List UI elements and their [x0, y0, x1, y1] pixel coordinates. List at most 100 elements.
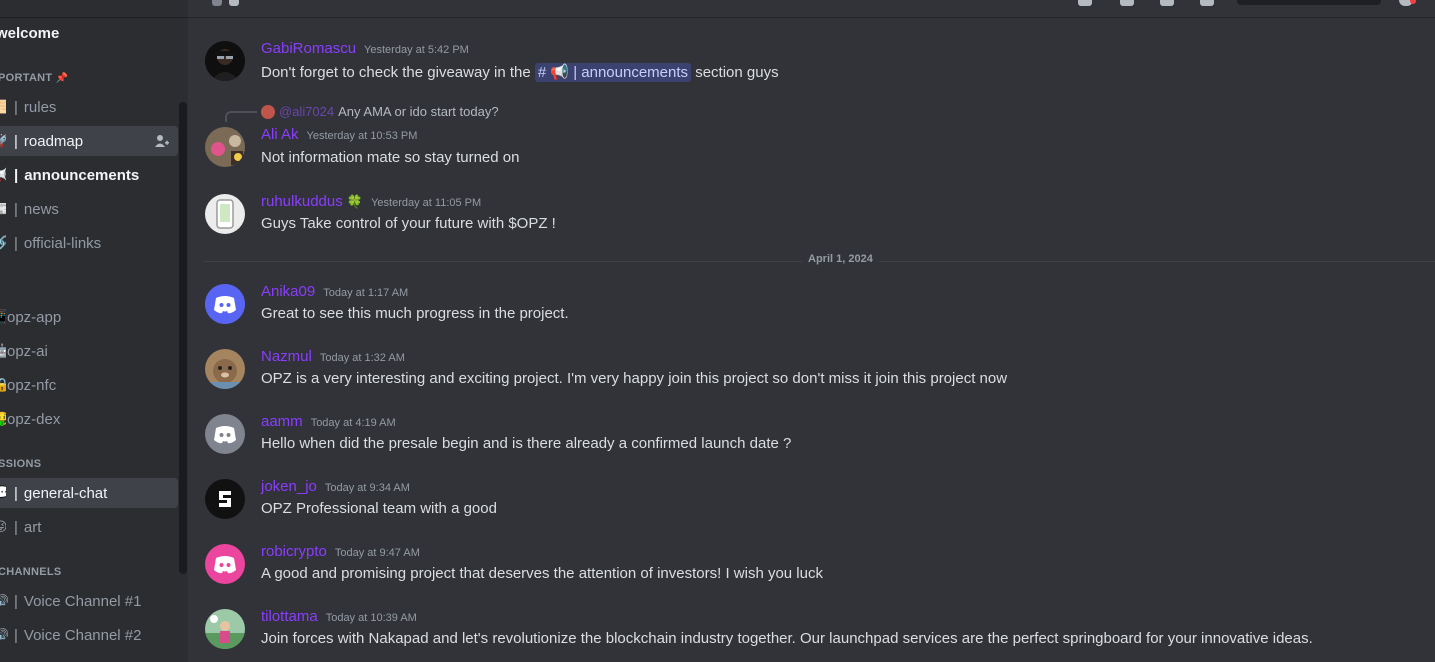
avatar[interactable] [205, 41, 245, 81]
sidebar-channel-general-chat[interactable]: 💬 | general-chat [0, 478, 178, 508]
message-author[interactable]: GabiRomascu Yesterday at 5:42 PM [261, 40, 469, 57]
message-author[interactable]: tilottama Today at 10:39 AM [261, 608, 417, 625]
message-text: Not information mate so stay turned on [261, 149, 520, 166]
message-text: Guys Take control of your future with $O… [261, 215, 556, 232]
message-text: OPZ is a very interesting and exciting p… [261, 370, 1008, 387]
timestamp: Today at 10:39 AM [325, 612, 417, 624]
channel-separator: | [14, 626, 18, 644]
channel-emoji-icon: 📱 [0, 309, 6, 325]
sidebar-channel-opz-app[interactable]: 📱opz-app [0, 302, 178, 332]
voice-channel-item[interactable]: 🔊 | Voice Channel #1 [0, 586, 178, 616]
voice-channel-label: Voice Channel #1 [23, 592, 142, 610]
username[interactable]: joken_jo [261, 478, 317, 495]
timestamp: Today at 1:32 AM [319, 352, 405, 364]
category-important[interactable]: PORTANT 📌 [0, 72, 69, 84]
avatar[interactable] [205, 284, 245, 324]
avatar[interactable] [205, 609, 245, 649]
channel-separator: | [14, 166, 19, 184]
channel-separator: | [14, 234, 18, 252]
username[interactable]: Nazmul [261, 348, 312, 365]
invite-member-icon[interactable] [154, 133, 170, 149]
username[interactable]: tilottama [261, 608, 318, 625]
channel-welcome[interactable]: welcome [0, 25, 59, 42]
reply-author[interactable]: @ali7024 [279, 104, 334, 119]
pushpin-icon: 📌 [55, 73, 69, 84]
sidebar-channel-announcements[interactable]: 📢 | announcements [0, 160, 178, 190]
threads-icon[interactable] [1078, 0, 1092, 6]
channel-label: announcements [24, 166, 140, 184]
timestamp: Today at 1:17 AM [323, 287, 409, 299]
message-author[interactable]: Nazmul Today at 1:32 AM [261, 348, 405, 365]
message-author[interactable]: ruhulkuddus 🍀 Yesterday at 11:05 PM [261, 193, 481, 210]
reply-preview[interactable]: @ali7024 Any AMA or ido start today? [261, 104, 499, 119]
username[interactable]: aamm [261, 413, 303, 430]
message-text: Great to see this much progress in the p… [261, 305, 569, 322]
sidebar-channel-opz-dex[interactable]: 🤑opz-dex [0, 404, 178, 434]
channel-emoji-icon: 🤖 [0, 343, 6, 359]
sidebar-channel-opz-nfc[interactable]: 🔒opz-nfc [0, 370, 178, 400]
sidebar-channel-official-links[interactable]: 🔗 | official-links [0, 228, 178, 258]
username[interactable]: GabiRomascu [261, 40, 356, 57]
reply-connector [225, 111, 257, 122]
channel-label: opz-nfc [7, 376, 57, 394]
channel-separator: | [14, 132, 18, 150]
message-text: Don't forget to check the giveaway in th… [261, 64, 531, 81]
channel-mention[interactable]: # 📢 | announcements [534, 63, 692, 82]
channel-emoji-icon: 🤑 [0, 411, 6, 427]
category-discussions[interactable]: SSIONS [0, 458, 41, 470]
members-icon[interactable] [1200, 0, 1214, 6]
channel-emoji-icon: 📢 [0, 167, 6, 183]
username[interactable]: ruhulkuddus [261, 193, 343, 210]
notification-dot [1410, 0, 1416, 4]
timestamp: Yesterday at 10:53 PM [306, 130, 418, 142]
channel-header [188, 0, 1435, 18]
hash-icon [212, 0, 222, 6]
channel-emoji-icon: 🔗 [0, 235, 6, 251]
bell-icon[interactable] [1120, 0, 1134, 6]
channel-separator: | [14, 592, 18, 610]
avatar[interactable] [205, 194, 245, 234]
message-text: Hello when did the presale begin and is … [261, 435, 792, 452]
search-input[interactable] [1237, 0, 1381, 5]
sidebar-channel-news[interactable]: 📰 | news [0, 194, 178, 224]
username[interactable]: robicrypto [261, 543, 327, 560]
message-text: OPZ Professional team with a good [261, 500, 497, 517]
avatar[interactable] [205, 544, 245, 584]
message-author[interactable]: Anika09 Today at 1:17 AM [261, 283, 408, 300]
sidebar-channel-rules[interactable]: 📜 | rules [0, 92, 178, 122]
message-text: section guys [695, 64, 779, 81]
channel-emoji-icon: 😜 [0, 519, 6, 535]
channel-emoji-icon: 📜 [0, 99, 6, 115]
sidebar-channel-roadmap[interactable]: 🚀 | roadmap [0, 126, 178, 156]
channel-name-fragment [229, 0, 239, 6]
avatar[interactable] [205, 127, 245, 167]
avatar[interactable] [205, 349, 245, 389]
voice-channel-item[interactable]: 🔊 | Voice Channel #2 [0, 620, 178, 650]
message-author[interactable]: joken_jo Today at 9:34 AM [261, 478, 410, 495]
timestamp: Yesterday at 11:05 PM [371, 197, 482, 209]
channel-separator: | [14, 98, 18, 116]
channel-emoji-icon: 📰 [0, 201, 6, 217]
sidebar-channel-opz-ai[interactable]: 🤖opz-ai [0, 336, 178, 366]
channel-label: opz-app [7, 308, 62, 326]
message-author[interactable]: robicrypto Today at 9:47 AM [261, 543, 420, 560]
avatar[interactable] [205, 479, 245, 519]
username[interactable]: Anika09 [261, 283, 315, 300]
channel-emoji-icon: 💬 [0, 485, 6, 501]
pin-icon[interactable] [1160, 0, 1174, 6]
date-divider-label: April 1, 2024 [802, 253, 879, 265]
channel-separator: | [14, 200, 18, 218]
message-author[interactable]: aamm Today at 4:19 AM [261, 413, 396, 430]
avatar[interactable] [205, 414, 245, 454]
username[interactable]: Ali Ak [261, 126, 299, 143]
message-content: Don't forget to check the giveaway in th… [261, 63, 779, 82]
sidebar-header[interactable] [0, 0, 188, 18]
channel-label: art [23, 518, 42, 536]
sidebar-channel-art[interactable]: 😜 | art [0, 512, 178, 542]
sidebar-scrollbar[interactable] [179, 102, 187, 574]
timestamp: Today at 4:19 AM [310, 417, 396, 429]
message-author[interactable]: Ali Ak Yesterday at 10:53 PM [261, 126, 417, 143]
channel-label: general-chat [23, 484, 108, 502]
category-voice-channels[interactable]: CHANNELS [0, 566, 62, 578]
channel-emoji-icon: 🚀 [0, 133, 6, 149]
